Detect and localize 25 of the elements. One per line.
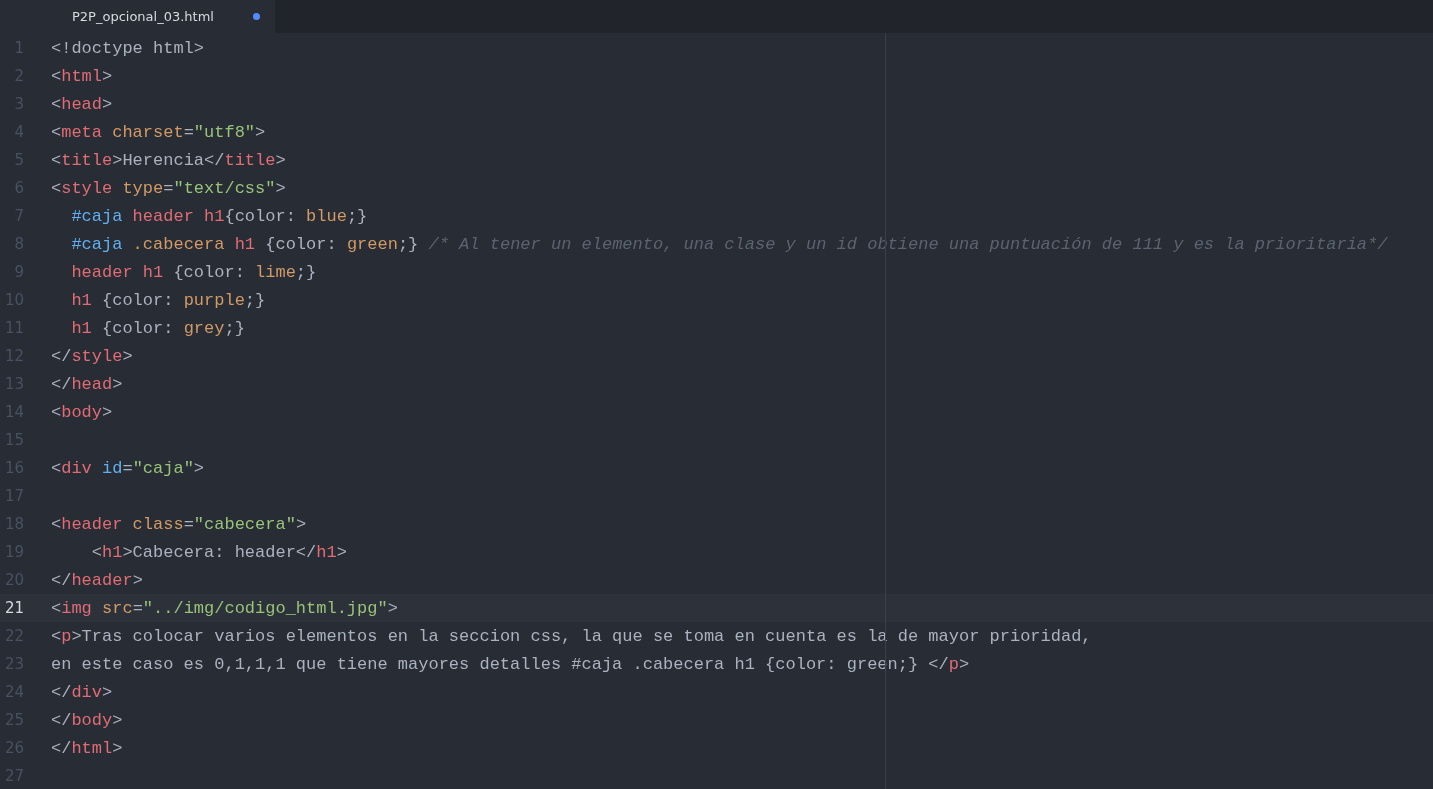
code-line: </body> <box>51 710 123 730</box>
code-line: #caja header h1{color: blue;} <box>70 206 368 226</box>
code-line: <img src="../img/codigo_html.jpg"> <box>51 598 398 618</box>
code-line: </header> <box>51 570 143 590</box>
code-line: </head> <box>51 374 123 394</box>
code-line: <body> <box>51 402 113 422</box>
code-line: h1 {color: purple;} <box>70 290 266 310</box>
line-number: 21 <box>3 599 24 617</box>
code-line: header h1 {color: lime;} <box>70 262 317 282</box>
code-line: <!doctype html> <box>51 38 205 58</box>
code-line: </div> <box>51 682 113 702</box>
code-line: h1 {color: grey;} <box>70 318 245 338</box>
file-tab[interactable]: P2P_opcional_03.html <box>0 0 275 33</box>
code-line: <html> <box>51 66 113 86</box>
code-line: <h1>Cabecera: header</h1> <box>90 542 347 562</box>
code-line: en este caso es 0,1,1,1 que tiene mayores detalles #caja .cabecera h1 {color: green;} </p> <box>51 654 970 674</box>
code-line: <header class="cabecera"> <box>51 514 307 534</box>
code-line: </style> <box>51 346 133 366</box>
code-line: <meta charset="utf8"> <box>51 122 266 142</box>
code-line: <style type="text/css"> <box>51 178 286 198</box>
code-line: #caja .cabecera h1 {color: green;} /* Al tener un elemento, una clase y un id obtiene una puntuación de 111 y es la prioritaria*/ <box>70 234 1388 254</box>
code-line: </html> <box>51 738 123 758</box>
code-line: <head> <box>51 94 113 114</box>
code-line: <div id="caja"> <box>51 458 205 478</box>
code-line: <title>Herencia</title> <box>51 150 286 170</box>
